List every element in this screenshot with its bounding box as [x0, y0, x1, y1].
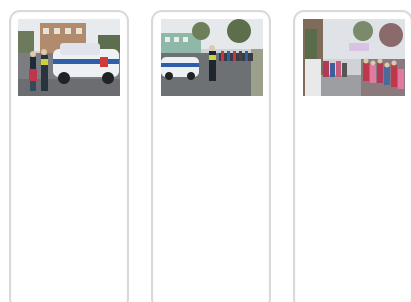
gallery-card-2[interactable] — [151, 10, 271, 302]
gallery-card-3[interactable] — [293, 10, 411, 302]
photo-1-image — [18, 19, 120, 96]
photo-gallery — [0, 0, 411, 302]
photo-thumbnail-icon[interactable] — [18, 19, 120, 96]
photo-thumbnail-icon[interactable] — [303, 19, 405, 96]
photo-thumbnail-icon[interactable] — [161, 19, 263, 96]
photo-2-image — [161, 19, 263, 96]
gallery-card-1[interactable] — [9, 10, 129, 302]
photo-3-image — [303, 19, 405, 96]
